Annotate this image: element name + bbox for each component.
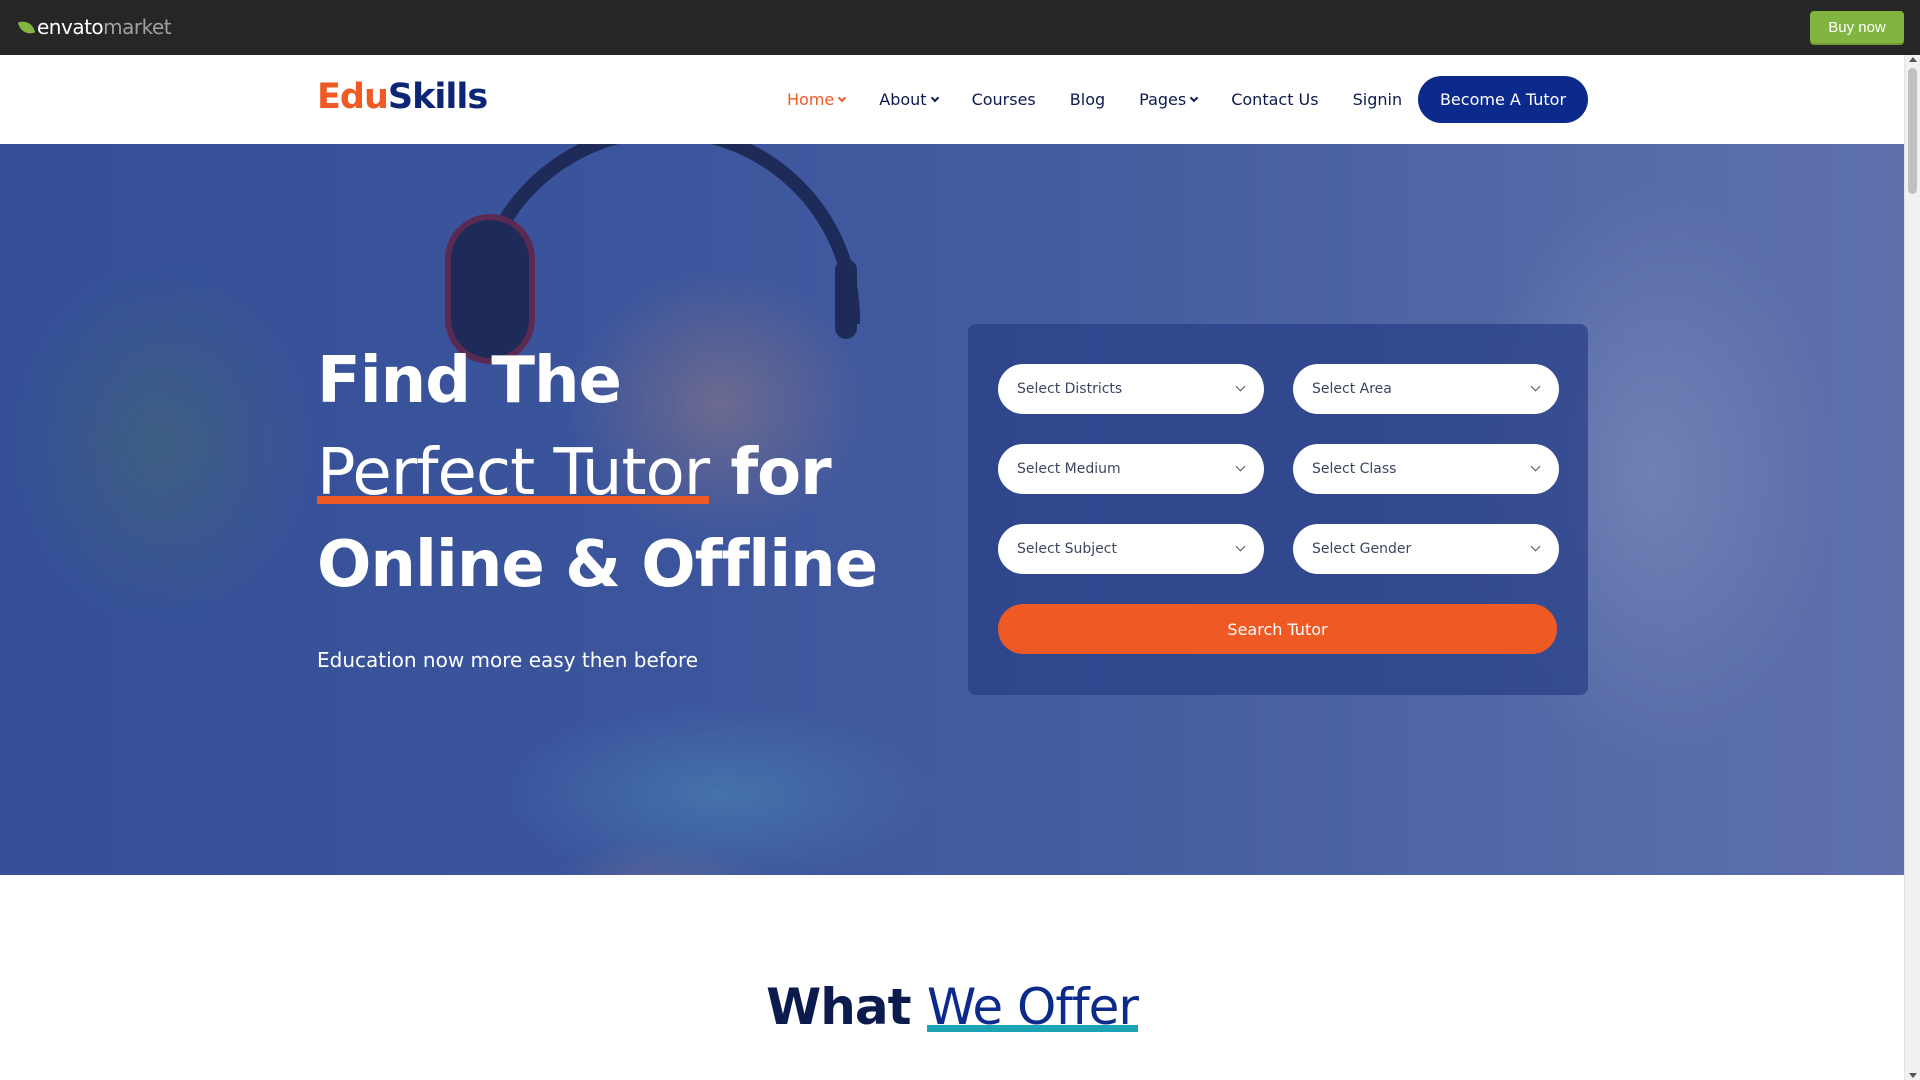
what-we-offer-heading: What We Offer (0, 978, 1904, 1036)
select-area[interactable]: Select Area (1293, 364, 1559, 414)
hero-overlay (0, 144, 1904, 875)
select-districts[interactable]: Select Districts (998, 364, 1264, 414)
nav-item-label: Home (787, 90, 835, 109)
select-medium[interactable]: Select Medium (998, 444, 1264, 494)
nav-item-contact-us[interactable]: Contact Us (1231, 90, 1318, 109)
site-header: EduSkills Home About Courses Blog Pages … (0, 55, 1904, 144)
envato-top-bar: envato market Buy now (0, 0, 1920, 55)
chevron-down-icon (1235, 461, 1246, 472)
heading-highlight-text: We Offer (926, 978, 1139, 1036)
buy-now-button[interactable]: Buy now (1810, 11, 1904, 43)
nav-item-label: Contact Us (1231, 90, 1319, 109)
chevron-down-icon (1530, 461, 1541, 472)
chevron-down-icon (1235, 541, 1246, 552)
select-label: Select Districts (1017, 381, 1123, 397)
scrollbar-thumb[interactable] (1908, 68, 1917, 194)
select-label: Select Gender (1312, 541, 1412, 557)
hero-title-for: for (709, 436, 831, 510)
eduskills-logo[interactable]: EduSkills (317, 77, 488, 117)
envato-logo-text: envato (37, 15, 104, 39)
market-logo-text: market (103, 15, 172, 39)
nav-item-label: Courses (971, 90, 1036, 109)
hero-title-line2: Perfect Tutor for (317, 427, 877, 519)
hero-subtitle: Education now more easy then before (317, 648, 699, 672)
hero-title-line1: Find The (317, 344, 622, 418)
nav-item-label: Pages (1139, 90, 1187, 109)
envato-leaf-icon (17, 17, 36, 37)
nav-item-courses[interactable]: Courses (972, 90, 1036, 109)
hero-title: Find The Perfect Tutor for Online & Offl… (317, 335, 878, 611)
nav-item-label: Signin (1352, 90, 1403, 109)
chevron-down-icon (1235, 381, 1246, 392)
select-class[interactable]: Select Class (1293, 444, 1559, 494)
select-label: Select Subject (1017, 541, 1117, 557)
brand-skills-text: Skills (387, 77, 488, 117)
nav-item-blog[interactable]: Blog (1070, 90, 1105, 109)
select-label: Select Medium (1017, 461, 1121, 477)
select-subject[interactable]: Select Subject (998, 524, 1264, 574)
select-label: Select Area (1312, 381, 1392, 397)
heading-plain-text: What (766, 978, 927, 1036)
nav-item-pages[interactable]: Pages (1139, 90, 1199, 109)
main-nav: Home About Courses Blog Pages Contact Us… (787, 55, 1436, 144)
select-gender[interactable]: Select Gender (1293, 524, 1559, 574)
hero-title-line3: Online & Offline (317, 528, 878, 602)
chevron-down-icon (930, 93, 939, 102)
select-label: Select Class (1312, 461, 1397, 477)
hero-banner (0, 144, 1904, 875)
nav-item-label: Blog (1069, 90, 1106, 109)
tutor-search-panel: Select Districts Select Area Select Medi… (968, 324, 1588, 695)
chevron-down-icon (1189, 93, 1199, 102)
become-a-tutor-button[interactable]: Become A Tutor (1418, 76, 1588, 123)
page-scrollbar[interactable] (1904, 55, 1920, 1080)
nav-item-signin[interactable]: Signin (1353, 90, 1402, 109)
nav-item-label: About (879, 90, 927, 109)
envato-market-logo[interactable]: envato market (17, 15, 172, 39)
chevron-down-icon (1530, 381, 1541, 392)
brand-edu-text: Edu (317, 77, 389, 117)
search-tutor-button[interactable]: Search Tutor (998, 604, 1557, 654)
nav-item-home[interactable]: Home (787, 90, 847, 109)
chevron-down-icon (1530, 541, 1541, 552)
scroll-down-arrow-icon[interactable] (1909, 1073, 1917, 1078)
hero-title-highlight: Perfect Tutor (317, 436, 710, 510)
nav-item-about[interactable]: About (879, 90, 939, 109)
scroll-up-arrow-icon[interactable] (1909, 57, 1917, 62)
chevron-down-icon (838, 93, 847, 102)
